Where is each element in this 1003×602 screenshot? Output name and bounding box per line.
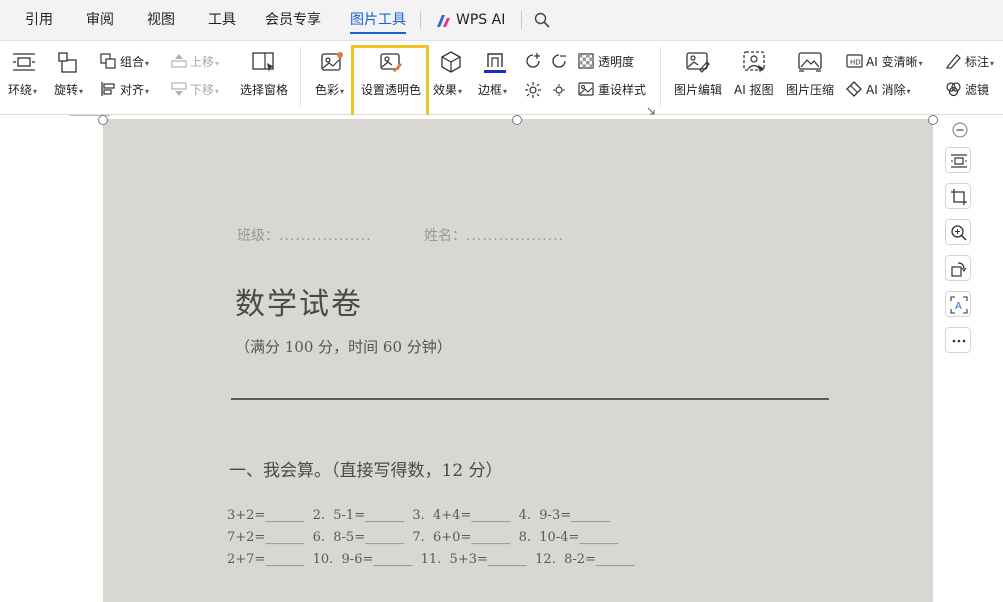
tab-view[interactable]: 视图 — [147, 0, 175, 40]
wps-ai-logo-icon — [436, 13, 452, 32]
move-down-icon — [171, 81, 187, 101]
picture-edit-button[interactable]: 图片编辑 — [674, 83, 722, 97]
tab-divider — [420, 11, 421, 29]
more-icon — [952, 339, 966, 343]
rotate-side-icon — [951, 262, 967, 277]
filter-icon[interactable] — [945, 81, 962, 101]
transparency-button[interactable]: 透明度 — [598, 55, 634, 69]
ai-erase-button[interactable]: AI 消除▾ — [866, 83, 911, 99]
decrease-contrast-icon[interactable] — [550, 52, 568, 74]
tab-picture-tools[interactable]: 图片工具 — [350, 0, 406, 40]
group-icon[interactable] — [100, 53, 117, 73]
divider-rule — [231, 398, 829, 400]
ai-sharpen-icon[interactable]: HD — [846, 53, 863, 73]
resize-handle[interactable] — [98, 115, 108, 125]
tab-references[interactable]: 引用 — [25, 0, 53, 40]
zoom-out-icon[interactable] — [952, 122, 968, 142]
zoom-in-button[interactable] — [945, 219, 971, 245]
resize-handle[interactable] — [928, 115, 938, 125]
border-icon[interactable] — [483, 51, 507, 79]
effects-button[interactable]: 效果▾ — [433, 83, 462, 99]
transparency-icon[interactable] — [578, 53, 594, 73]
increase-brightness-icon[interactable] — [524, 81, 542, 103]
selection-pane-icon[interactable] — [252, 51, 276, 77]
more-button[interactable] — [945, 327, 971, 353]
highlight-box — [351, 45, 429, 118]
ai-erase-icon[interactable] — [846, 81, 863, 101]
tab-review[interactable]: 审阅 — [86, 0, 114, 40]
color-button[interactable]: 色彩▾ — [315, 83, 344, 99]
color-icon[interactable] — [320, 51, 344, 77]
decrease-brightness-icon[interactable] — [550, 81, 568, 103]
filter-button[interactable]: 滤镜 — [965, 83, 989, 97]
layout-options-button[interactable] — [945, 147, 971, 173]
picture-compress-icon[interactable] — [798, 51, 822, 77]
group-button[interactable]: 组合▾ — [120, 55, 149, 71]
search-icon[interactable] — [534, 12, 550, 32]
annotate-button[interactable]: 标注▾ — [965, 55, 994, 71]
ribbon-divider — [300, 47, 301, 107]
class-label: 班级：................. — [237, 228, 372, 244]
svg-text:HD: HD — [850, 59, 861, 67]
picture-edit-icon[interactable] — [686, 51, 710, 77]
effects-icon[interactable] — [439, 51, 463, 77]
align-icon[interactable] — [100, 81, 117, 101]
rotate-side-button[interactable] — [945, 255, 971, 281]
exam-subtitle: （满分 100 分，时间 60 分钟） — [235, 338, 452, 356]
name-label: 姓名：.................. — [424, 228, 565, 244]
tab-member-exclusive[interactable]: 会员专享 — [265, 0, 321, 40]
selection-pane-button[interactable]: 选择窗格 — [240, 83, 288, 97]
align-button[interactable]: 对齐▾ — [120, 83, 149, 99]
selected-image[interactable]: 班级：................. 姓名：................… — [103, 119, 933, 602]
move-down-button: 下移▾ — [190, 83, 220, 97]
crop-button[interactable] — [945, 183, 971, 209]
annotate-icon[interactable] — [945, 53, 962, 73]
svg-text:A: A — [955, 301, 962, 312]
ribbon-toolbar: 环绕▾ 旋转▾ 组合▾ 对齐▾ 上移▾ 下移▾ 选择窗格 色彩▾ 设置透明色 效… — [0, 41, 1003, 115]
resize-handle[interactable] — [512, 115, 522, 125]
rotate-button[interactable]: 旋转▾ — [54, 83, 83, 99]
move-up-button: 上移▾ — [190, 55, 220, 69]
menu-bar: 引用 审阅 视图 工具 会员专享 图片工具 WPS AI — [0, 0, 1003, 41]
ai-cutout-button[interactable]: AI 抠图 — [734, 83, 774, 97]
section-heading: 一、我会算。（直接写得数，12 分） — [229, 461, 503, 481]
rotate-icon[interactable] — [58, 51, 82, 77]
reset-style-button[interactable]: 重设样式 — [598, 83, 646, 97]
tab-wps-ai[interactable]: WPS AI — [456, 0, 505, 40]
problem-row: 2+7=______ 10. 9-6=______ 11. 5+3=______… — [227, 552, 635, 567]
tab-divider — [521, 11, 522, 29]
reset-style-icon[interactable] — [578, 81, 594, 101]
document-canvas: 班级：................. 姓名：................… — [0, 115, 1003, 602]
wrap-icon[interactable] — [12, 51, 36, 77]
problem-row: 7+2=______ 6. 8-5=______ 7. 6+0=______ 8… — [227, 530, 619, 545]
ocr-button[interactable]: A — [945, 291, 971, 317]
picture-compress-button[interactable]: 图片压缩 — [786, 83, 834, 97]
wrap-button[interactable]: 环绕▾ — [8, 83, 37, 99]
layout-options-icon — [951, 154, 967, 168]
move-up-icon — [171, 53, 187, 73]
ribbon-divider — [660, 47, 661, 107]
ocr-icon: A — [950, 296, 968, 314]
exam-title: 数学试卷 — [235, 287, 363, 322]
increase-contrast-icon[interactable] — [524, 52, 542, 74]
tab-tools[interactable]: 工具 — [208, 0, 236, 40]
crop-icon — [951, 189, 967, 205]
ai-sharpen-button[interactable]: AI 变清晰▾ — [866, 55, 923, 71]
border-button[interactable]: 边框▾ — [478, 83, 507, 99]
zoom-in-icon — [951, 225, 967, 241]
problem-row: 3+2=______ 2. 5-1=______ 3. 4+4=______ 4… — [227, 508, 611, 523]
ai-cutout-icon[interactable] — [743, 51, 767, 77]
